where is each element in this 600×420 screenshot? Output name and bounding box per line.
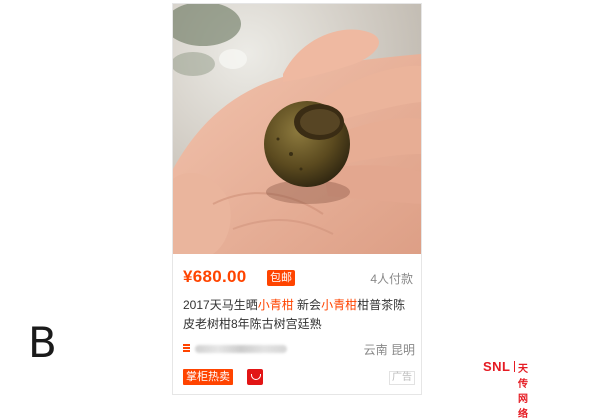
product-title[interactable]: 2017天马生晒小青柑 新会小青柑柑普茶陈皮老树柑8年陈古树宫廷熟 — [183, 296, 413, 334]
free-shipping-badge: 包邮 — [267, 270, 295, 286]
watermark-chinese: 天传网络 — [518, 364, 528, 420]
payers-count: 4人付款 — [370, 272, 413, 286]
watermark-divider — [514, 361, 515, 372]
watermark-brand: SNL — [483, 359, 511, 374]
title-segment: 新会 — [293, 298, 322, 312]
badge-row: 掌柜热卖 广告 — [183, 369, 415, 387]
shop-name-blurred[interactable] — [195, 345, 287, 353]
title-keyword-highlight: 小青柑 — [257, 298, 294, 312]
price: ¥680.00 — [183, 267, 247, 286]
hot-seller-badge: 掌柜热卖 — [183, 369, 233, 385]
option-letter: B — [28, 318, 57, 367]
shop-row: 云南 昆明 — [183, 341, 415, 357]
location: 云南 昆明 — [363, 343, 415, 357]
title-segment: 2017天马生晒 — [183, 298, 258, 312]
product-image[interactable] — [173, 4, 421, 254]
tmall-icon — [247, 369, 263, 385]
ad-label: 广告 — [389, 371, 415, 385]
product-card[interactable]: ¥680.00 包邮 4人付款 2017天马生晒小青柑 新会小青柑柑普茶陈皮老树… — [172, 3, 422, 395]
price-row: ¥680.00 包邮 4人付款 — [183, 267, 413, 289]
title-keyword-highlight: 小青柑 — [321, 298, 358, 312]
product-photo — [173, 4, 421, 254]
shop-icon — [183, 344, 190, 353]
